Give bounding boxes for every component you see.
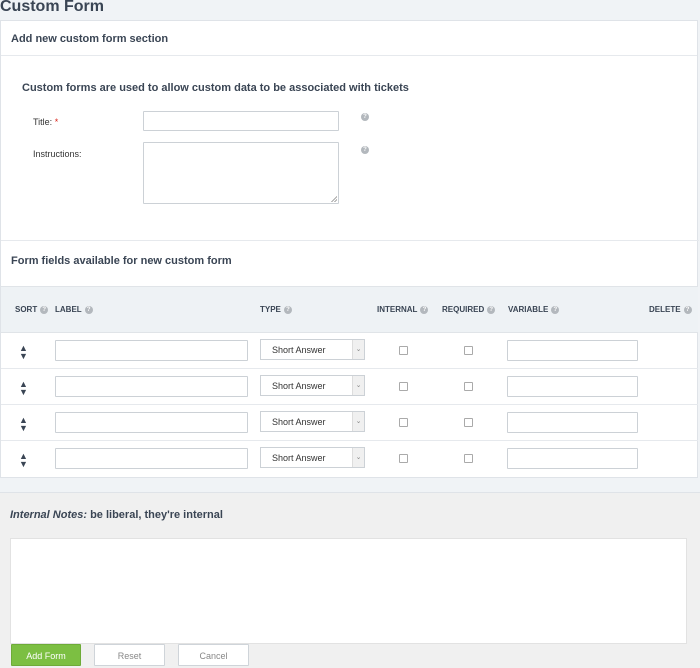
chevron-down-icon: ⌄	[352, 376, 364, 395]
help-icon[interactable]: ?	[683, 305, 692, 314]
col-required: REQUIRED?	[442, 305, 496, 314]
help-icon[interactable]: ?	[420, 305, 429, 314]
page-title: Custom Form	[0, 0, 104, 15]
instructions-label: Instructions:	[33, 149, 82, 159]
chevron-down-icon: ⌄	[352, 448, 364, 467]
help-icon[interactable]: ?	[40, 305, 49, 314]
field-variable-input[interactable]	[507, 412, 638, 433]
col-type: TYPE?	[260, 305, 292, 314]
resize-handle-icon[interactable]	[331, 196, 337, 202]
required-checkbox[interactable]	[464, 382, 473, 391]
required-checkbox[interactable]	[464, 454, 473, 463]
field-label-input[interactable]	[55, 340, 248, 361]
required-marker: *	[54, 117, 59, 127]
table-row: ▲ ▼ Short Answer ⌄	[1, 369, 698, 405]
sort-arrows-icon[interactable]: ▲ ▼	[19, 344, 28, 361]
custom-form-card: Add new custom form section Custom forms…	[0, 20, 699, 478]
field-type-select[interactable]: Short Answer ⌄	[260, 339, 365, 360]
col-internal: INTERNAL?	[377, 305, 429, 314]
col-sort: SORT?	[15, 305, 49, 314]
add-form-button[interactable]: Add Form	[11, 644, 81, 666]
table-row: ▲ ▼ Short Answer ⌄	[1, 405, 698, 441]
sort-arrows-icon[interactable]: ▲ ▼	[19, 416, 28, 433]
field-variable-input[interactable]	[507, 448, 638, 469]
field-type-select[interactable]: Short Answer ⌄	[260, 375, 365, 396]
sort-arrows-icon[interactable]: ▲ ▼	[19, 452, 28, 469]
required-checkbox[interactable]	[464, 346, 473, 355]
field-type-select[interactable]: Short Answer ⌄	[260, 447, 365, 468]
col-label: LABEL?	[55, 305, 93, 314]
internal-checkbox[interactable]	[399, 346, 408, 355]
divider	[1, 240, 699, 241]
help-icon[interactable]: ?	[487, 305, 496, 314]
internal-checkbox[interactable]	[399, 382, 408, 391]
section-description: Custom forms are used to allow custom da…	[22, 82, 409, 94]
help-icon[interactable]: ?	[361, 113, 369, 121]
col-variable: VARIABLE?	[508, 305, 560, 314]
internal-notes-section: Internal Notes: be liberal, they're inte…	[0, 492, 700, 668]
reset-button[interactable]: Reset	[94, 644, 165, 666]
help-icon[interactable]: ?	[361, 146, 369, 154]
field-label-input[interactable]	[55, 448, 248, 469]
internal-notes-editor[interactable]	[10, 538, 687, 644]
chevron-down-icon: ⌄	[352, 340, 364, 359]
help-icon[interactable]: ?	[84, 305, 93, 314]
help-icon[interactable]: ?	[551, 305, 560, 314]
sort-arrows-icon[interactable]: ▲ ▼	[19, 380, 28, 397]
cancel-button[interactable]: Cancel	[178, 644, 249, 666]
fields-header: Form fields available for new custom for…	[11, 255, 232, 267]
fields-table-header: SORT? LABEL? TYPE? INTERNAL? REQUIRED? V…	[1, 286, 698, 333]
table-row: ▲ ▼ Short Answer ⌄	[1, 441, 698, 477]
field-type-select[interactable]: Short Answer ⌄	[260, 411, 365, 432]
field-label-input[interactable]	[55, 412, 248, 433]
required-checkbox[interactable]	[464, 418, 473, 427]
table-row: ▲ ▼ Short Answer ⌄	[1, 333, 698, 369]
internal-checkbox[interactable]	[399, 418, 408, 427]
internal-notes-title: Internal Notes: be liberal, they're inte…	[10, 509, 223, 521]
title-label: Title: *	[33, 117, 59, 127]
col-delete: DELETE?	[649, 305, 692, 314]
help-icon[interactable]: ?	[283, 305, 292, 314]
section-header: Add new custom form section	[1, 21, 697, 56]
instructions-textarea[interactable]	[143, 142, 339, 204]
field-variable-input[interactable]	[507, 376, 638, 397]
field-label-input[interactable]	[55, 376, 248, 397]
title-input[interactable]	[143, 111, 339, 131]
field-variable-input[interactable]	[507, 340, 638, 361]
internal-checkbox[interactable]	[399, 454, 408, 463]
chevron-down-icon: ⌄	[352, 412, 364, 431]
